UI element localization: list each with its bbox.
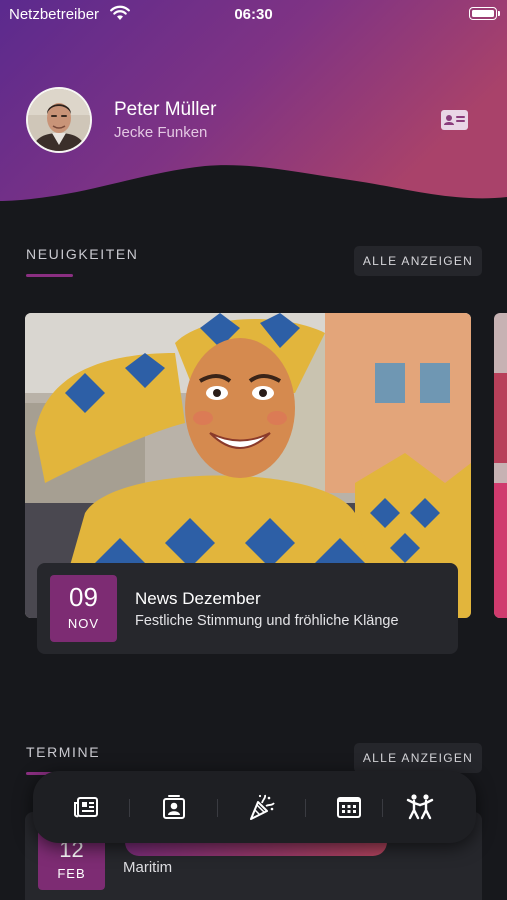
- events-show-all-button[interactable]: ALLE ANZEIGEN: [354, 743, 482, 773]
- news-show-all-button[interactable]: ALLE ANZEIGEN: [354, 246, 482, 276]
- party-popper-icon: [250, 794, 275, 820]
- newspaper-icon: [74, 797, 98, 818]
- news-date-badge: 09 NOV: [50, 575, 117, 642]
- news-card-next-peek[interactable]: [494, 313, 507, 618]
- dancing-people-icon: [406, 794, 434, 820]
- news-teaser: Festliche Stimmung und fröhliche Klänge: [135, 613, 399, 629]
- contact-icon: [163, 795, 185, 819]
- news-item[interactable]: 09 NOV News Dezember Festliche Stimmung …: [37, 563, 458, 654]
- tab-bar: [33, 771, 476, 843]
- news-section-title: NEUIGKEITEN: [26, 246, 139, 262]
- id-card-icon[interactable]: [441, 110, 468, 130]
- avatar[interactable]: [26, 87, 92, 153]
- news-section-underline: [26, 274, 73, 277]
- next-photo-icon: [494, 313, 507, 618]
- events-section-title: TERMINE: [26, 744, 101, 760]
- tab-calendar[interactable]: [335, 793, 365, 821]
- news-title: News Dezember: [135, 589, 261, 608]
- news-date-day: 09: [69, 582, 98, 612]
- tab-contacts[interactable]: [160, 793, 190, 821]
- tab-separator: [217, 799, 218, 817]
- user-name: Peter Müller: [114, 99, 217, 120]
- tab-dance[interactable]: [406, 793, 436, 821]
- news-date-month: NOV: [67, 616, 100, 631]
- clock: 06:30: [234, 6, 273, 23]
- event-date-month: FEB: [57, 866, 86, 881]
- battery-icon: [469, 7, 500, 20]
- event-place: Maritim: [123, 859, 173, 876]
- calendar-icon: [337, 797, 361, 818]
- user-club: Jecke Funken: [114, 124, 208, 141]
- tab-separator: [382, 799, 383, 817]
- person-photo-icon: [28, 89, 90, 151]
- tab-separator: [305, 799, 306, 817]
- tab-news[interactable]: [73, 793, 103, 821]
- tab-separator: [129, 799, 130, 817]
- tab-events[interactable]: [248, 793, 278, 821]
- status-bar: Netzbetreiber 06:30: [0, 0, 507, 28]
